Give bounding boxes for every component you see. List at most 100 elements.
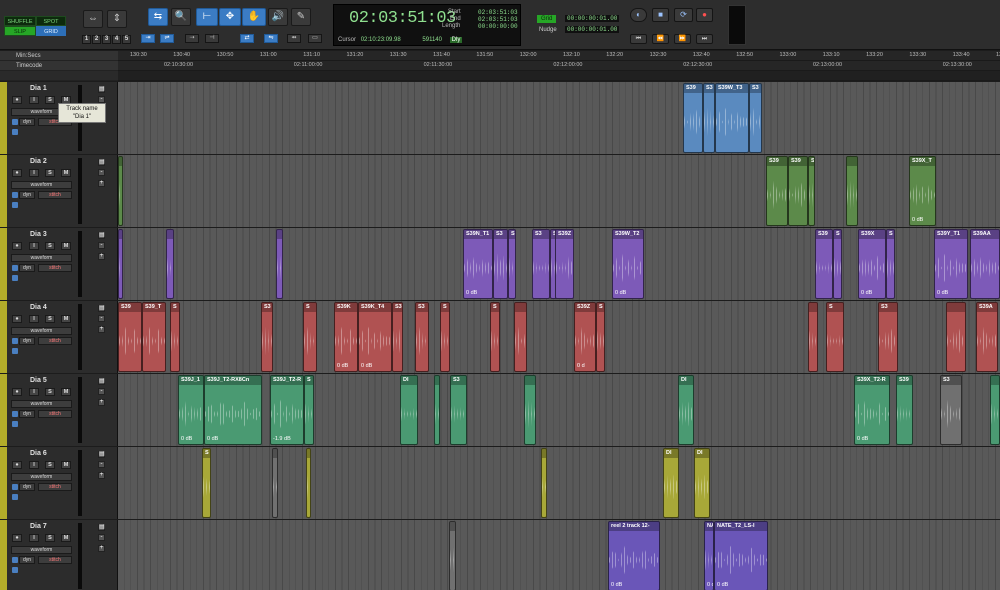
audio-clip[interactable]: S39K 0 dB bbox=[334, 302, 358, 372]
audio-clip[interactable]: S39N_T1 0 dB bbox=[463, 229, 493, 299]
zoom-preset-1[interactable]: 1 bbox=[82, 35, 91, 44]
main-counter[interactable]: 02:03:51:03 Start End Length 02:03:51:03… bbox=[333, 4, 521, 46]
audio-clip[interactable] bbox=[541, 448, 547, 518]
audio-clip[interactable]: S39 bbox=[118, 302, 142, 372]
main-counter-time[interactable]: 02:03:51:03 bbox=[349, 9, 456, 28]
clip-gain-label[interactable]: -1.9 dB bbox=[273, 436, 291, 442]
audio-clip[interactable]: S39 bbox=[815, 229, 833, 299]
audio-clip[interactable]: S39W_T3 bbox=[715, 83, 749, 153]
track-header[interactable]: Dia 7 ● I S Mwaveform dyn stitch ▤ - + bbox=[0, 520, 118, 590]
selector-tool-button[interactable]: ✥ bbox=[219, 8, 241, 26]
selection-length-value[interactable]: 00:00:00:00 bbox=[478, 23, 518, 30]
window-layout-button[interactable]: ▭ bbox=[308, 34, 322, 43]
stitch-button[interactable]: stitch bbox=[38, 410, 72, 418]
track-view-selector[interactable]: waveform bbox=[11, 546, 72, 554]
output-icon[interactable] bbox=[12, 129, 18, 135]
minsecs-ruler[interactable]: 130:30 130:40 130:50 131:00 131:10 131:20 131:… bbox=[118, 51, 1000, 61]
audio-clip[interactable]: S bbox=[886, 229, 895, 299]
markers-ruler[interactable] bbox=[118, 71, 1000, 81]
track-name[interactable]: Dia 7 bbox=[30, 523, 47, 530]
zoom-in-horizontal-button[interactable]: ⇔ bbox=[83, 10, 103, 28]
track-header[interactable]: Dia 4 ● I S Mwaveform dyn stitch ▤ - + bbox=[0, 301, 118, 373]
add-lane-icon[interactable]: + bbox=[98, 545, 105, 552]
add-lane-icon[interactable]: + bbox=[98, 180, 105, 187]
insertion-follows-playback-button[interactable]: ⇢ bbox=[185, 34, 199, 43]
record-enable-icon[interactable]: ● bbox=[12, 96, 22, 104]
audio-clip[interactable]: S bbox=[833, 229, 842, 299]
output-icon[interactable] bbox=[12, 494, 18, 500]
solo-button[interactable]: S bbox=[45, 315, 55, 323]
add-lane-icon[interactable]: + bbox=[98, 326, 105, 333]
audio-clip[interactable] bbox=[946, 302, 966, 372]
audio-clip[interactable]: S bbox=[508, 229, 516, 299]
lane-view-icon[interactable]: ▤ bbox=[98, 451, 105, 458]
grid-toggle-button[interactable]: Grid bbox=[537, 15, 557, 23]
solo-button[interactable]: S bbox=[45, 388, 55, 396]
link-track-button[interactable]: ⊣ bbox=[205, 34, 219, 43]
playlist-icon[interactable] bbox=[12, 484, 18, 490]
link-timeline-button[interactable]: ⇌ bbox=[160, 34, 174, 43]
audio-clip[interactable] bbox=[990, 375, 1000, 445]
record-enable-icon[interactable]: ● bbox=[12, 388, 22, 396]
clip-gain-label[interactable]: 0 d bbox=[577, 363, 585, 369]
track-header[interactable]: Dia 3 ● I S Mwaveform dyn stitch ▤ - + bbox=[0, 228, 118, 300]
dash-icon[interactable]: - bbox=[98, 388, 105, 395]
dyn-button[interactable]: dyn bbox=[19, 191, 35, 199]
fast-forward-button[interactable]: ⏩ bbox=[674, 34, 691, 44]
track-header[interactable]: Dia 2 ● I S Mwaveform dyn stitch ▤ - + bbox=[0, 155, 118, 227]
track-view-selector[interactable]: waveform bbox=[11, 181, 72, 189]
timecode-ruler-label[interactable]: Timecode bbox=[0, 61, 118, 71]
audio-clip[interactable]: reel 2 track 12- 0 dB bbox=[608, 521, 660, 590]
stitch-button[interactable]: stitch bbox=[38, 337, 72, 345]
clip-gain-label[interactable]: 0 dB bbox=[181, 436, 192, 442]
output-icon[interactable] bbox=[12, 421, 18, 427]
selection-end-value[interactable]: 02:03:51:03 bbox=[478, 16, 518, 23]
audio-clip[interactable]: S39W_T2 0 dB bbox=[612, 229, 644, 299]
clip-gain-label[interactable]: 0 dB bbox=[337, 363, 348, 369]
delay-compensation-button[interactable]: Dly bbox=[449, 37, 463, 43]
online-button[interactable]: ◐ bbox=[630, 8, 647, 22]
audio-clip[interactable]: NA 0 dB bbox=[704, 521, 714, 590]
clip-gain-label[interactable]: 0 dB bbox=[857, 436, 868, 442]
audio-clip[interactable]: S3 bbox=[532, 229, 550, 299]
dyn-button[interactable]: dyn bbox=[19, 264, 35, 272]
audio-clip[interactable]: S bbox=[303, 302, 317, 372]
zoom-preset-4[interactable]: 4 bbox=[112, 35, 121, 44]
clip-gain-label[interactable]: 0 dB bbox=[466, 290, 477, 296]
stitch-button[interactable]: stitch bbox=[38, 264, 72, 272]
audio-clip[interactable] bbox=[118, 229, 123, 299]
track-name[interactable]: Dia 6 bbox=[30, 450, 47, 457]
audio-clip[interactable]: S bbox=[826, 302, 844, 372]
audio-clip[interactable]: S39AA bbox=[970, 229, 1000, 299]
track-playlist-lane[interactable]: reel 2 track 12- 0 dB NA 0 dB NATE_T2_LS-I 0 … bbox=[118, 520, 1000, 590]
audio-clip[interactable]: S bbox=[170, 302, 180, 372]
dyn-button[interactable]: dyn bbox=[19, 118, 35, 126]
scroll-mode-button[interactable]: ⇴ bbox=[287, 34, 301, 43]
track-name[interactable]: Dia 5 bbox=[30, 377, 47, 384]
audio-clip[interactable]: S3 bbox=[749, 83, 762, 153]
dyn-button[interactable]: dyn bbox=[19, 483, 35, 491]
solo-button[interactable]: S bbox=[45, 242, 55, 250]
output-icon[interactable] bbox=[12, 202, 18, 208]
solo-button[interactable]: S bbox=[45, 461, 55, 469]
track-playlist-lane[interactable]: S DI DI bbox=[118, 447, 1000, 519]
audio-clip[interactable]: S3 bbox=[392, 302, 403, 372]
track-name[interactable]: Dia 1 bbox=[30, 85, 47, 92]
output-icon[interactable] bbox=[12, 567, 18, 573]
zoomer-tool-button[interactable]: ⇆ bbox=[148, 8, 168, 26]
dash-icon[interactable]: - bbox=[98, 461, 105, 468]
playlist-icon[interactable] bbox=[12, 119, 18, 125]
lane-view-icon[interactable]: ▤ bbox=[98, 159, 105, 166]
lane-view-icon[interactable]: ▤ bbox=[98, 86, 105, 93]
track-playlist-lane[interactable]: S39 S3 S39W_T3 S3 bbox=[118, 82, 1000, 154]
audio-clip[interactable] bbox=[808, 302, 818, 372]
audio-clip[interactable] bbox=[306, 448, 311, 518]
dash-icon[interactable]: - bbox=[98, 242, 105, 249]
input-monitor-button[interactable]: I bbox=[29, 534, 39, 542]
audio-clip[interactable]: S3 bbox=[415, 302, 429, 372]
record-enable-icon[interactable]: ● bbox=[12, 534, 22, 542]
audio-clip[interactable] bbox=[846, 156, 858, 226]
audio-clip[interactable]: S39 bbox=[683, 83, 703, 153]
dyn-button[interactable]: dyn bbox=[19, 410, 35, 418]
audio-clip[interactable]: S bbox=[596, 302, 605, 372]
